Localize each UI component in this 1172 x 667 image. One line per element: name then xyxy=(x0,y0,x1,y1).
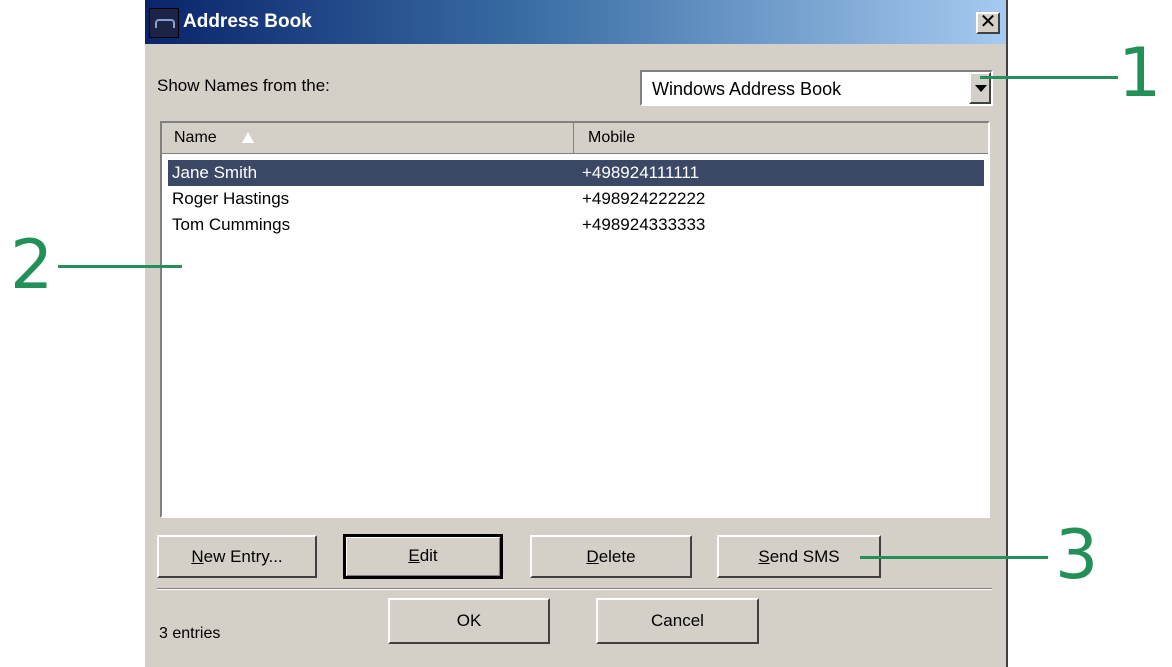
address-book-dialog: Address Book ✕ Show Names from the: Wind… xyxy=(143,0,1008,667)
contacts-list[interactable]: Name Mobile Jane Smith +498924111111 Rog… xyxy=(160,121,990,518)
callout-line-3 xyxy=(860,556,1048,559)
dropdown-selected-value: Windows Address Book xyxy=(652,79,842,99)
column-header-name[interactable]: Name xyxy=(162,123,574,153)
send-sms-accel: S xyxy=(758,547,770,566)
send-sms-label: end SMS xyxy=(769,547,840,566)
callout-number-1: 1 xyxy=(1118,34,1162,113)
list-header: Name Mobile xyxy=(162,123,988,154)
column-header-mobile-label: Mobile xyxy=(588,129,636,146)
contact-mobile: +498924222222 xyxy=(582,189,706,208)
edit-label: dit xyxy=(419,546,438,565)
sort-ascending-icon xyxy=(242,132,254,143)
cancel-button[interactable]: Cancel xyxy=(596,598,759,644)
new-entry-accel: N xyxy=(191,547,204,566)
send-sms-button[interactable]: Send SMS xyxy=(717,535,881,578)
column-header-mobile[interactable]: Mobile xyxy=(574,123,988,153)
address-book-source-dropdown[interactable]: Windows Address Book xyxy=(640,70,993,106)
table-row[interactable]: Jane Smith +498924111111 xyxy=(168,160,984,186)
callout-line-1 xyxy=(980,76,1118,79)
title-bar[interactable]: Address Book ✕ xyxy=(145,0,1006,44)
ok-button[interactable]: OK xyxy=(388,598,550,644)
delete-button[interactable]: Delete xyxy=(530,535,692,578)
table-row[interactable]: Roger Hastings +498924222222 xyxy=(168,186,984,212)
window-title: Address Book xyxy=(183,11,312,32)
close-button[interactable]: ✕ xyxy=(976,12,1000,34)
contact-mobile: +498924111111 xyxy=(582,163,700,182)
callout-number-2: 2 xyxy=(10,226,54,305)
entries-count: 3 entries xyxy=(159,625,221,642)
divider xyxy=(157,588,992,590)
callout-number-3: 3 xyxy=(1055,516,1099,595)
new-entry-label: ew Entry... xyxy=(203,547,283,566)
contact-name: Tom Cummings xyxy=(172,215,291,234)
edit-accel: E xyxy=(408,546,420,565)
column-header-name-label: Name xyxy=(174,129,217,146)
contact-name: Roger Hastings xyxy=(172,189,290,208)
callout-line-2 xyxy=(58,265,182,268)
address-book-app-icon xyxy=(149,8,179,38)
edit-button[interactable]: Edit xyxy=(343,534,503,579)
new-entry-button[interactable]: New Entry... xyxy=(157,535,317,578)
contact-mobile: +498924333333 xyxy=(582,215,706,234)
show-names-label: Show Names from the: xyxy=(157,76,330,95)
contact-name: Jane Smith xyxy=(172,163,258,182)
delete-accel: D xyxy=(586,547,599,566)
delete-label: elete xyxy=(598,547,636,566)
table-row[interactable]: Tom Cummings +498924333333 xyxy=(168,212,984,238)
